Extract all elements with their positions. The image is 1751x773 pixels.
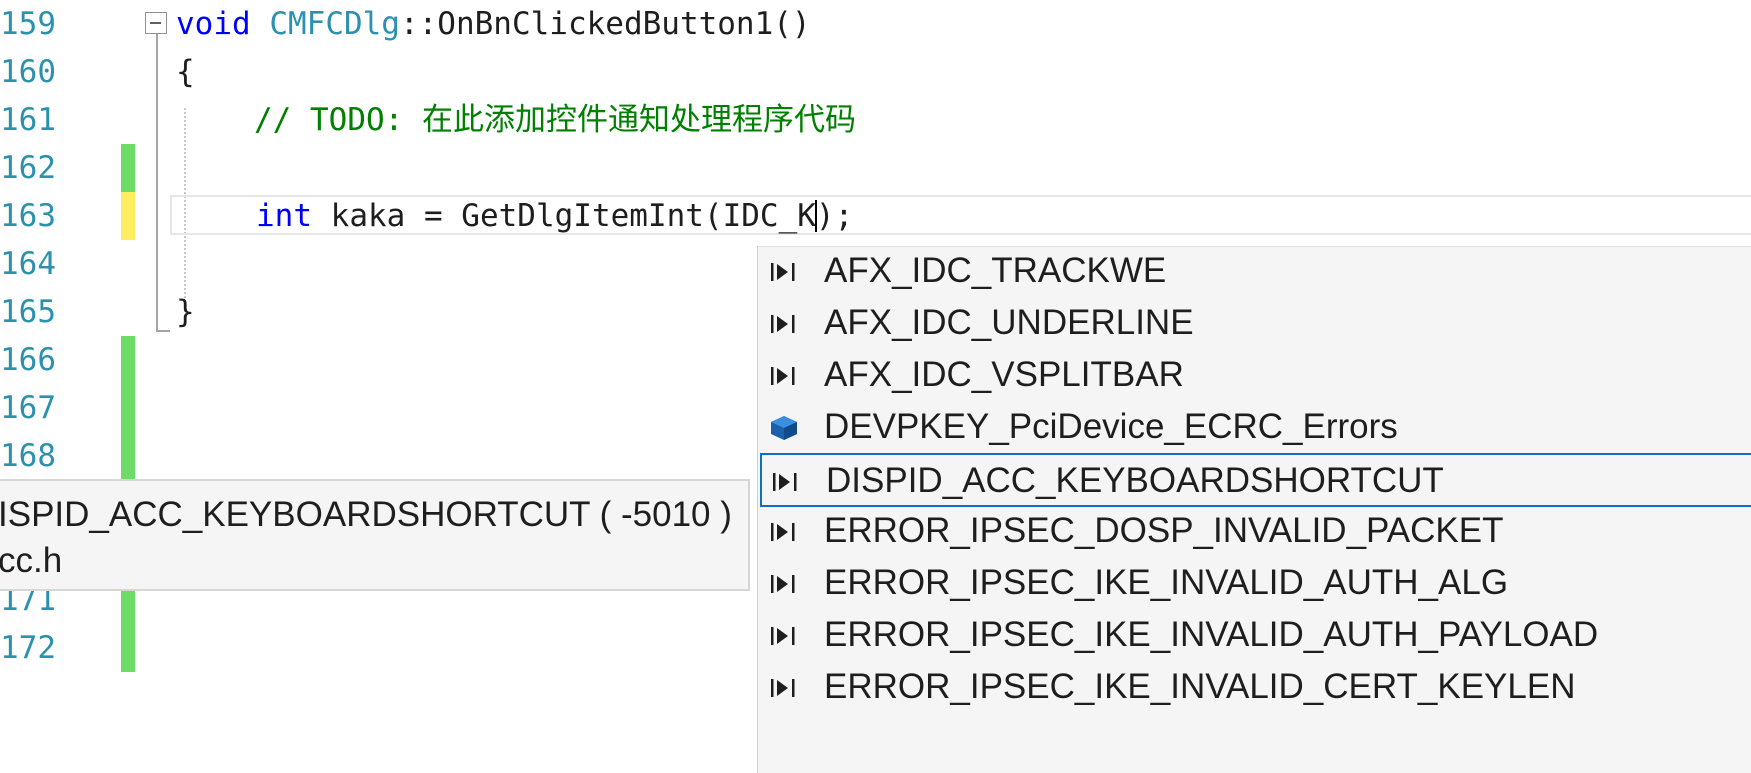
line-number: 162 (0, 150, 56, 186)
change-bar-saved (121, 144, 135, 192)
macro-icon (768, 362, 800, 390)
completion-item-label: AFX_IDC_TRACKWE (824, 251, 1167, 290)
completion-item-label: ERROR_IPSEC_IKE_INVALID_AUTH_PAYLOAD (824, 615, 1599, 654)
keyword: void (176, 6, 251, 42)
completion-item[interactable]: ERROR_IPSEC_IKE_INVALID_AUTH_PAYLOAD (760, 609, 1751, 663)
completion-item[interactable]: ERROR_IPSEC_IKE_INVALID_CERT_KEYLEN (760, 661, 1751, 715)
line-number: 167 (0, 390, 56, 426)
line-number: 160 (0, 54, 56, 90)
completion-item-label: ERROR_IPSEC_IKE_INVALID_CERT_KEYLEN (824, 667, 1576, 706)
intellisense-completion-list[interactable]: AFX_IDC_TRACKWE AFX_IDC_UNDERLINE AFX_IDC_… (757, 246, 1751, 773)
line-number: 172 (0, 630, 56, 666)
close-brace: } (176, 294, 195, 330)
completion-item[interactable]: ERROR_IPSEC_IKE_INVALID_AUTH_ALG (760, 557, 1751, 611)
class-name: CMFCDlg (269, 6, 400, 42)
outline-end (156, 330, 170, 332)
completion-item-label: AFX_IDC_VSPLITBAR (824, 355, 1184, 394)
todo-comment: // TODO: 在此添加控件通知处理程序代码 (254, 102, 856, 138)
line-number: 164 (0, 246, 56, 282)
macro-icon (768, 622, 800, 650)
line-number: 163 (0, 198, 56, 234)
collapse-toggle-icon[interactable] (145, 12, 167, 34)
completion-item-label: ERROR_IPSEC_IKE_INVALID_AUTH_ALG (824, 563, 1509, 602)
line-number: 159 (0, 6, 56, 42)
code-editor[interactable]: 159 160 161 162 163 164 165 166 167 168 … (0, 0, 1751, 773)
quick-info-tooltip: ISPID_ACC_KEYBOARDSHORTCUT ( -5010 ) cc.… (0, 479, 750, 591)
completion-item[interactable]: ERROR_IPSEC_DOSP_INVALID_PACKET (760, 505, 1751, 559)
line-number: 165 (0, 294, 56, 330)
macro-icon (768, 674, 800, 702)
macro-icon (768, 310, 800, 338)
line-number: 166 (0, 342, 56, 378)
code-line-160[interactable]: { (176, 48, 195, 96)
macro-icon (768, 258, 800, 286)
code-after-caret: ); (815, 198, 854, 234)
completion-item[interactable]: AFX_IDC_TRACKWE (760, 245, 1751, 299)
code-line-163[interactable]: int kaka = GetDlgItemInt(IDC_K); (256, 192, 853, 240)
completion-item[interactable]: DEVPKEY_PciDevice_ECRC_Errors (760, 401, 1751, 455)
completion-item-label: AFX_IDC_UNDERLINE (824, 303, 1194, 342)
code-line-159[interactable]: void CMFCDlg::OnBnClickedButton1() (176, 0, 811, 48)
code-line-165[interactable]: } (176, 288, 195, 336)
line-number: 168 (0, 438, 56, 474)
macro-icon (768, 570, 800, 598)
completion-item[interactable]: DISPID_ACC_KEYBOARDSHORTCUT (760, 453, 1751, 507)
outline-line (156, 34, 158, 332)
completion-item-label: DEVPKEY_PciDevice_ECRC_Errors (824, 407, 1398, 446)
change-bar-unsaved (121, 192, 135, 240)
code-before-caret: kaka = GetDlgItemInt(IDC_K (312, 198, 816, 234)
completion-item[interactable]: AFX_IDC_VSPLITBAR (760, 349, 1751, 403)
tooltip-header-file: cc.h (0, 541, 63, 580)
completion-item[interactable]: AFX_IDC_UNDERLINE (760, 297, 1751, 351)
macro-icon (770, 468, 802, 496)
function-signature: ::OnBnClickedButton1() (399, 6, 811, 42)
keyword: int (256, 198, 312, 234)
variable-icon (768, 414, 800, 442)
line-number: 161 (0, 102, 56, 138)
open-brace: { (176, 54, 195, 90)
completion-item-label: ERROR_IPSEC_DOSP_INVALID_PACKET (824, 511, 1504, 550)
macro-icon (768, 518, 800, 546)
tooltip-definition: ISPID_ACC_KEYBOARDSHORTCUT ( -5010 ) (0, 495, 732, 534)
code-line-161[interactable]: // TODO: 在此添加控件通知处理程序代码 (254, 96, 856, 144)
completion-item-label: DISPID_ACC_KEYBOARDSHORTCUT (826, 461, 1444, 500)
